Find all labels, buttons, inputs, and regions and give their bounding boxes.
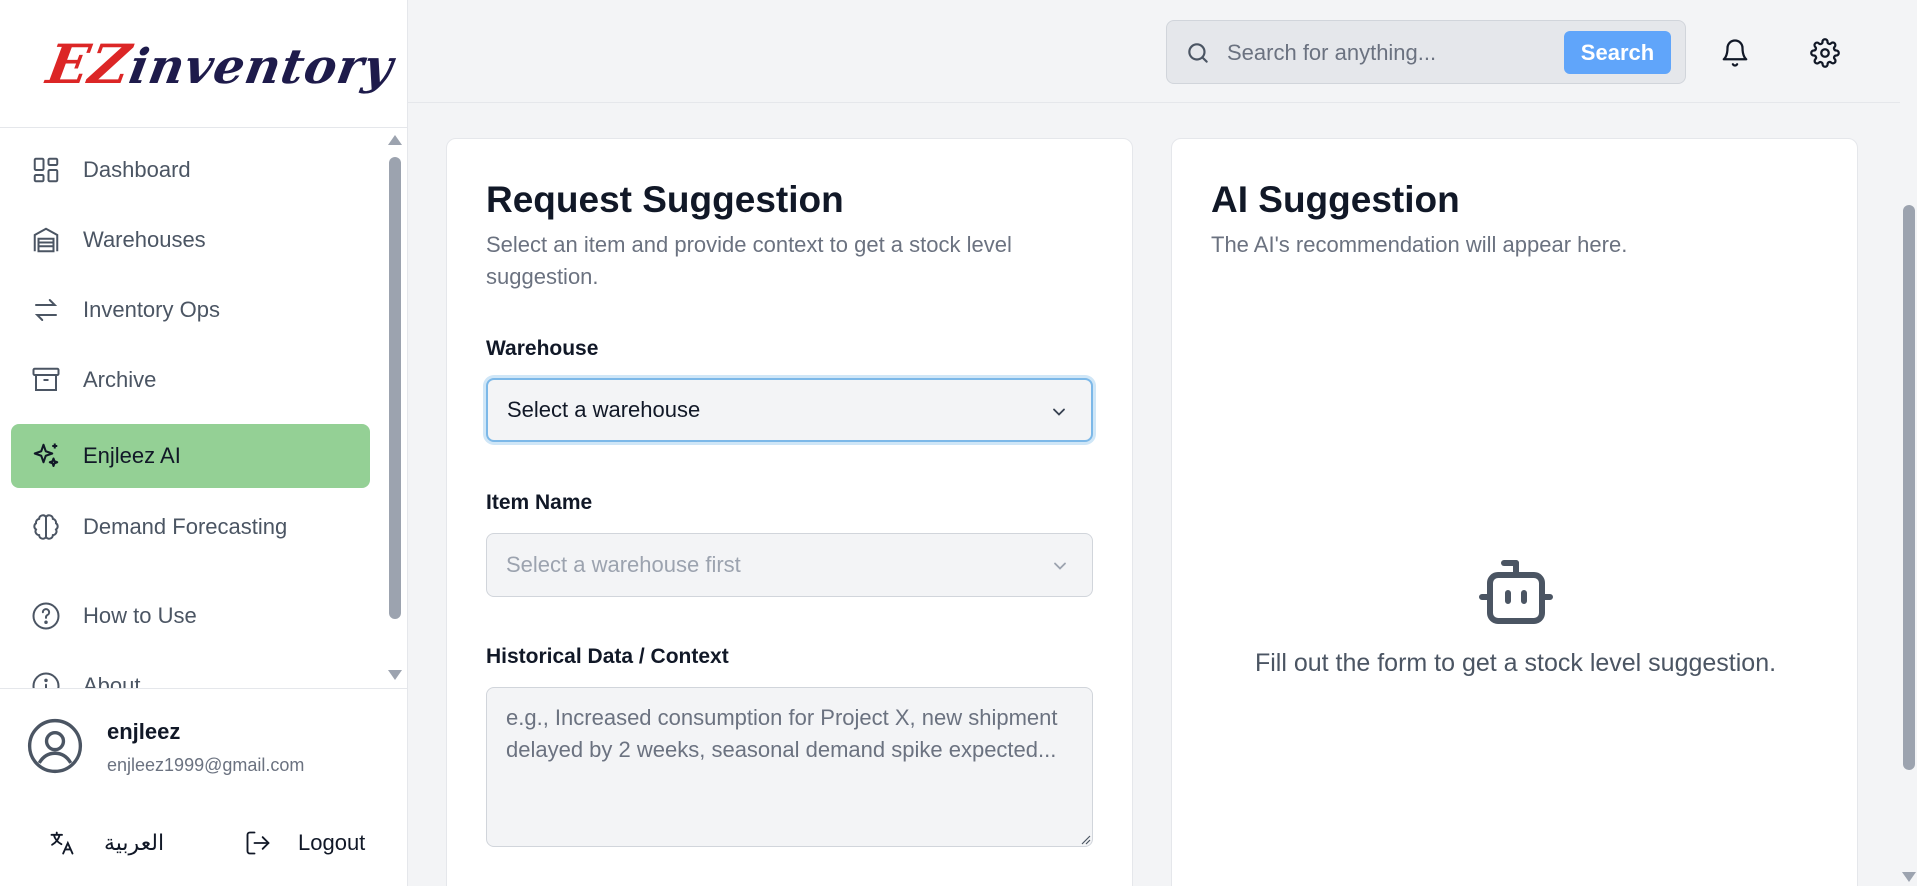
- scroll-up-arrow[interactable]: [388, 135, 402, 145]
- sidebar-item-label: Archive: [83, 367, 157, 392]
- robot-icon: [1478, 560, 1553, 624]
- card-subtitle: The AI's recommendation will appear here…: [1211, 232, 1628, 257]
- language-label: العربية: [104, 830, 165, 855]
- sidebar-item-label: About: [83, 673, 141, 688]
- logout-button[interactable]: Logout: [244, 829, 365, 857]
- logout-icon: [246, 831, 270, 855]
- language-toggle-button[interactable]: العربية: [48, 829, 164, 857]
- sidebar-item-label: Dashboard: [83, 157, 191, 182]
- card-subtitle: Select an item and provide context to ge…: [486, 232, 1012, 289]
- request-suggestion-card: Request Suggestion Select an item and pr…: [446, 138, 1133, 886]
- resize-handle-icon[interactable]: [1079, 833, 1091, 845]
- logo-ez: EZ: [42, 31, 137, 96]
- chevron-down-icon: [1053, 408, 1065, 416]
- search-button[interactable]: Search: [1564, 31, 1671, 74]
- sidebar-item-label: Enjleez AI: [83, 443, 181, 468]
- arrows-exchange-icon: [34, 299, 58, 321]
- sparkles-icon: [33, 443, 59, 467]
- translate-icon: [50, 831, 74, 855]
- warehouse-select-value: Select a warehouse: [507, 397, 701, 422]
- sidebar-item-inventory-ops[interactable]: Inventory Ops: [11, 278, 370, 342]
- info-circle-icon: [32, 672, 60, 688]
- gear-icon[interactable]: [1810, 38, 1840, 68]
- sidebar-item-warehouses[interactable]: Warehouses: [11, 208, 370, 272]
- sidebar-item-label: Inventory Ops: [83, 297, 220, 322]
- logo-inventory: inventory: [125, 38, 398, 95]
- sidebar-item-archive[interactable]: Archive: [11, 348, 370, 412]
- empty-state-text: Fill out the form to get a stock level s…: [1254, 649, 1777, 677]
- card-title: Request Suggestion: [486, 179, 844, 220]
- sidebar-item-enjleez-ai[interactable]: Enjleez AI: [11, 424, 370, 488]
- sidebar-item-demand-forecasting[interactable]: Demand Forecasting: [11, 495, 370, 559]
- item-name-select[interactable]: Select a warehouse first: [486, 533, 1093, 597]
- page-scrollbar[interactable]: [1900, 0, 1917, 886]
- empty-state: Fill out the form to get a stock level s…: [1172, 559, 1859, 678]
- search-input[interactable]: [1227, 33, 1557, 73]
- scroll-thumb[interactable]: [389, 157, 401, 619]
- dashboard-icon: [33, 157, 59, 183]
- sidebar: EZ inventory Dashboard Warehouses Invent…: [0, 0, 408, 886]
- archive-box-icon: [32, 367, 60, 391]
- scroll-down-arrow[interactable]: [388, 670, 402, 680]
- sidebar-scrollbar[interactable]: [386, 135, 402, 680]
- context-label: Historical Data / Context: [486, 645, 729, 668]
- logout-label: Logout: [298, 830, 366, 855]
- sidebar-item-label: Warehouses: [83, 227, 206, 252]
- sidebar-item-label: How to Use: [83, 603, 197, 628]
- chevron-down-icon: [1054, 562, 1066, 570]
- page-scroll-down-arrow[interactable]: [1902, 872, 1916, 882]
- search-bar: Search: [1166, 20, 1686, 84]
- sidebar-nav: Dashboard Warehouses Inventory Ops Archi…: [0, 128, 408, 688]
- logo-area: EZ inventory: [0, 0, 407, 128]
- warehouse-icon: [33, 227, 59, 253]
- sidebar-item-label: Demand Forecasting: [83, 514, 288, 539]
- user-avatar-icon[interactable]: [26, 717, 84, 775]
- context-textarea[interactable]: [486, 687, 1093, 847]
- user-name: enjleez: [107, 719, 181, 744]
- user-email: enjleez1999@gmail.com: [107, 755, 305, 775]
- sidebar-item-how-to-use[interactable]: How to Use: [11, 584, 370, 648]
- brain-icon: [33, 514, 59, 540]
- card-title: AI Suggestion: [1211, 179, 1460, 220]
- item-name-label: Item Name: [486, 491, 593, 514]
- search-icon: [1188, 43, 1208, 63]
- page-scroll-thumb[interactable]: [1903, 205, 1915, 770]
- sidebar-item-about[interactable]: About: [11, 654, 370, 688]
- bell-icon[interactable]: [1720, 38, 1750, 68]
- sidebar-item-dashboard[interactable]: Dashboard: [11, 138, 370, 202]
- item-name-select-value: Select a warehouse first: [506, 552, 741, 577]
- help-circle-icon: [32, 602, 60, 630]
- top-header: Search: [408, 0, 1900, 103]
- warehouse-select[interactable]: Select a warehouse: [486, 378, 1093, 442]
- ai-suggestion-card: AI Suggestion The AI's recommendation wi…: [1171, 138, 1858, 886]
- user-panel: enjleez enjleez1999@gmail.com العربية Lo…: [0, 688, 408, 886]
- app-logo[interactable]: EZ inventory: [42, 32, 399, 96]
- warehouse-label: Warehouse: [486, 337, 599, 360]
